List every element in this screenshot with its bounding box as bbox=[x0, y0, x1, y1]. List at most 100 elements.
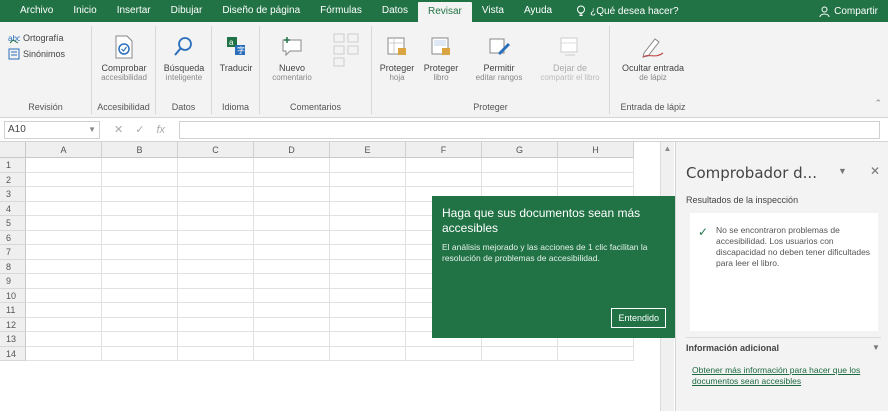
row-header[interactable]: 10 bbox=[0, 288, 26, 303]
tab-archivo[interactable]: Archivo bbox=[10, 0, 63, 22]
menu-bar: Archivo Inicio Insertar Dibujar Diseño d… bbox=[0, 0, 888, 22]
svg-text:字: 字 bbox=[237, 45, 245, 55]
row-header[interactable]: 12 bbox=[0, 317, 26, 332]
ink-icon bbox=[642, 38, 664, 58]
accessibility-tip-popup: Haga que sus documentos sean más accesib… bbox=[432, 196, 686, 338]
enter-icon[interactable]: ✓ bbox=[135, 123, 144, 136]
cancel-icon[interactable]: ✕ bbox=[114, 123, 123, 136]
row-header[interactable]: 7 bbox=[0, 245, 26, 260]
grid-line bbox=[26, 345, 634, 347]
pane-options-icon[interactable]: ▼ bbox=[838, 166, 847, 176]
group-revision: abc Ortografía Sinónimos Revisión bbox=[0, 26, 92, 114]
tell-me-text: ¿Qué desea hacer? bbox=[590, 5, 679, 17]
tab-inicio[interactable]: Inicio bbox=[63, 0, 106, 22]
row-header[interactable]: 9 bbox=[0, 274, 26, 289]
person-icon bbox=[819, 6, 830, 17]
accessibility-check-icon bbox=[115, 35, 133, 59]
got-it-button[interactable]: Entendido bbox=[611, 308, 666, 328]
inspection-results-label: Resultados de la inspección bbox=[686, 195, 799, 205]
column-header[interactable]: C bbox=[178, 142, 254, 158]
tab-vista[interactable]: Vista bbox=[472, 0, 514, 22]
learn-more-link[interactable]: Obtener más información para hacer que l… bbox=[692, 365, 878, 387]
column-header[interactable]: E bbox=[330, 142, 406, 158]
protect-workbook-button[interactable]: Proteger libro bbox=[418, 34, 464, 83]
share-button[interactable]: Compartir bbox=[819, 0, 878, 22]
group-label-accessibility: Accesibilidad bbox=[97, 102, 150, 112]
group-label-protect: Proteger bbox=[473, 102, 508, 112]
spelling-button[interactable]: abc Ortografía bbox=[8, 32, 64, 44]
column-header[interactable]: G bbox=[482, 142, 558, 158]
protect-sheet-button[interactable]: Proteger hoja bbox=[374, 34, 420, 83]
grid-line bbox=[26, 360, 634, 361]
row-header[interactable]: 13 bbox=[0, 332, 26, 347]
tab-dibujar[interactable]: Dibujar bbox=[161, 0, 213, 22]
row-header[interactable]: 4 bbox=[0, 201, 26, 216]
group-label-language: Idioma bbox=[221, 102, 249, 112]
group-label-ink: Entrada de lápiz bbox=[620, 102, 686, 112]
comment-nav-buttons[interactable] bbox=[332, 32, 365, 68]
ribbon-collapse-icon[interactable]: ⌃ bbox=[874, 98, 882, 109]
group-data: Búsqueda inteligente Datos bbox=[156, 26, 212, 114]
tab-revisar[interactable]: Revisar bbox=[417, 2, 472, 22]
row-header[interactable]: 2 bbox=[0, 172, 26, 187]
group-ink: Ocultar entrada de lápiz Entrada de lápi… bbox=[610, 26, 696, 114]
row-header[interactable]: 3 bbox=[0, 187, 26, 202]
tab-diseno-de-pagina[interactable]: Diseño de página bbox=[212, 0, 310, 22]
translate-icon: a字 bbox=[227, 37, 245, 55]
tab-ayuda[interactable]: Ayuda bbox=[514, 0, 562, 22]
row-header[interactable]: 1 bbox=[0, 158, 26, 173]
grid-line bbox=[26, 186, 634, 187]
tab-insertar[interactable]: Insertar bbox=[107, 0, 161, 22]
ribbon: abc Ortografía Sinónimos Revisión Compro… bbox=[0, 22, 888, 118]
search-icon bbox=[174, 37, 192, 56]
row-header[interactable]: 6 bbox=[0, 230, 26, 245]
group-label-data: Datos bbox=[171, 102, 196, 112]
protect-sheet-icon bbox=[387, 37, 406, 55]
row-header[interactable]: 5 bbox=[0, 216, 26, 231]
column-header[interactable]: B bbox=[102, 142, 178, 158]
column-header[interactable]: D bbox=[254, 142, 330, 158]
scroll-up-icon[interactable]: ▲ bbox=[661, 142, 674, 156]
synonyms-button[interactable]: Sinónimos bbox=[8, 48, 65, 60]
tab-datos[interactable]: Datos bbox=[372, 0, 418, 22]
tab-formulas[interactable]: Fórmulas bbox=[310, 0, 372, 22]
lightbulb-icon bbox=[577, 5, 586, 16]
tell-me-search[interactable]: ¿Qué desea hacer? bbox=[576, 5, 679, 17]
row-header[interactable]: 11 bbox=[0, 303, 26, 318]
close-icon[interactable]: ✕ bbox=[870, 164, 880, 178]
result-message: No se encontraron problemas de accesibil… bbox=[716, 225, 871, 268]
inspection-result-box: ✓ No se encontraron problemas de accesib… bbox=[690, 213, 878, 331]
tip-title: Haga que sus documentos sean más accesib… bbox=[442, 206, 641, 235]
formula-icons: ✕ ✓ fx bbox=[114, 123, 165, 137]
group-comments: Nuevo comentario Comentarios bbox=[260, 26, 372, 114]
svg-text:abc: abc bbox=[8, 34, 20, 43]
column-header[interactable]: A bbox=[26, 142, 102, 158]
fx-icon[interactable]: fx bbox=[156, 124, 165, 136]
new-comment-icon bbox=[282, 37, 302, 57]
row-header[interactable]: 14 bbox=[0, 346, 26, 361]
column-header[interactable]: H bbox=[558, 142, 634, 158]
new-comment-button[interactable]: Nuevo comentario bbox=[264, 34, 320, 83]
share-label: Compartir bbox=[834, 5, 878, 17]
chevron-down-icon[interactable]: ▼ bbox=[872, 343, 880, 352]
spelling-icon: abc bbox=[8, 34, 20, 44]
group-protect: Proteger hoja Proteger libro Permitir ed… bbox=[372, 26, 610, 114]
protect-workbook-icon bbox=[431, 37, 450, 55]
name-box[interactable]: A10 ▼ bbox=[4, 120, 100, 139]
formula-input[interactable] bbox=[179, 120, 880, 139]
comment-nav-icon bbox=[333, 33, 359, 67]
additional-info-label[interactable]: Información adicional bbox=[686, 343, 779, 353]
allow-edit-ranges-button[interactable]: Permitir editar rangos bbox=[464, 34, 534, 83]
checkmark-icon: ✓ bbox=[698, 225, 709, 239]
translate-button[interactable]: a字 Traducir bbox=[212, 34, 260, 73]
hide-ink-button[interactable]: Ocultar entrada de lápiz bbox=[612, 34, 694, 83]
svg-text:a: a bbox=[229, 38, 234, 47]
group-label-revision: Revisión bbox=[28, 102, 63, 112]
unshare-workbook-button[interactable]: Dejar de compartir el libro bbox=[532, 34, 608, 83]
unshare-icon bbox=[560, 37, 578, 56]
check-accessibility-button[interactable]: Comprobar accesibilidad bbox=[94, 34, 154, 83]
smart-lookup-button[interactable]: Búsqueda inteligente bbox=[156, 34, 212, 83]
column-header[interactable]: F bbox=[406, 142, 482, 158]
row-header[interactable]: 8 bbox=[0, 259, 26, 274]
select-all-corner[interactable] bbox=[0, 142, 26, 158]
